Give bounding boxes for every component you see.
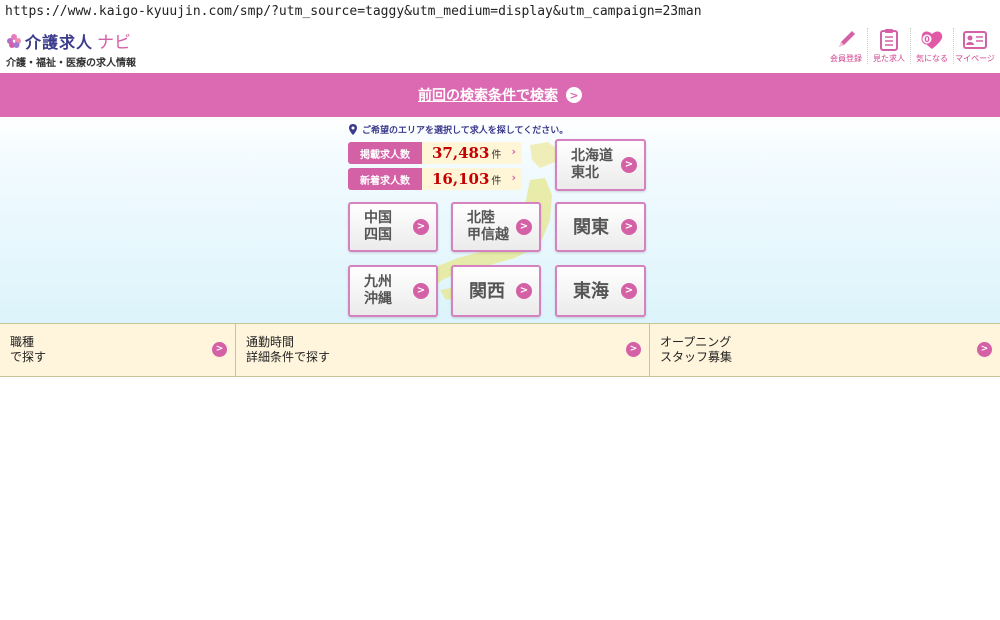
count-number: 37,483	[432, 144, 490, 162]
chevron-right-icon: >	[212, 342, 227, 357]
count-number: 16,103	[432, 170, 490, 188]
chevron-right-icon: >	[516, 283, 532, 299]
count-value-box: 16,103 件 ›	[422, 168, 522, 190]
region-label: 東海	[573, 280, 609, 302]
nav-label: 気になる	[916, 54, 948, 63]
nav-member-register[interactable]: 会員登録	[825, 28, 867, 64]
logo-subtitle: 介護・福祉・医療の求人情報	[6, 58, 136, 69]
region-hokuriku-koshinetsu-button[interactable]: 北陸 甲信越 >	[451, 202, 541, 252]
flower-icon	[7, 33, 21, 48]
filter-job-type-button[interactable]: 職種 で探す >	[0, 324, 236, 376]
heart-icon: 0	[921, 31, 943, 49]
favorites-count-badge: 0	[924, 35, 930, 44]
count-label: 新着求人数	[348, 168, 422, 190]
chevron-right-icon: >	[516, 219, 532, 235]
id-card-icon	[963, 31, 987, 49]
chevron-right-icon: >	[413, 283, 429, 299]
previous-search-button[interactable]: 前回の検索条件で検索 >	[0, 73, 1000, 117]
logo-navi-text: ナビ	[97, 33, 132, 53]
instruction-text: ご希望のエリアを選択して求人を探してください。	[362, 126, 569, 136]
chevron-right-icon: >	[621, 283, 637, 299]
region-kyushu-okinawa-button[interactable]: 九州 沖縄 >	[348, 265, 438, 317]
filter-commute-details-button[interactable]: 通勤時間 詳細条件で探す >	[236, 324, 650, 376]
filter-label-line2: 詳細条件で探す	[246, 350, 331, 364]
clipboard-icon	[880, 29, 898, 51]
region-label: 関西	[469, 280, 505, 302]
nav-my-page[interactable]: マイページ	[953, 28, 996, 64]
nav-label: マイページ	[955, 54, 995, 63]
count-unit: 件	[491, 149, 502, 161]
chevron-right-icon: >	[621, 157, 637, 173]
region-hokkaido-tohoku-button[interactable]: 北海道 東北 >	[555, 139, 646, 191]
chevron-right-icon: >	[977, 342, 992, 357]
region-kanto-button[interactable]: 関東 >	[555, 202, 646, 252]
region-label: 沖縄	[364, 291, 392, 307]
nav-label: 見た求人	[873, 54, 905, 63]
filter-label-line2: で探す	[10, 350, 47, 364]
filter-label-line1: 職種	[10, 335, 35, 349]
area-instruction: ご希望のエリアを選択して求人を探してください。	[348, 123, 568, 136]
search-filter-bar: 職種 で探す > 通勤時間 詳細条件で探す > オープニング スタッフ募集 >	[0, 324, 1000, 377]
nav-favorites[interactable]: 0 気になる	[910, 28, 953, 64]
previous-search-label: 前回の検索条件で検索	[418, 88, 558, 104]
region-label: 関東	[573, 216, 609, 238]
count-unit: 件	[491, 175, 502, 187]
nav-label: 会員登録	[830, 54, 862, 63]
logo-main-text: 介護求人	[25, 32, 94, 52]
chevron-right-icon: >	[626, 342, 641, 357]
region-label: 中国	[364, 210, 392, 226]
region-label: 東北	[571, 165, 599, 181]
region-label: 北海道	[571, 148, 613, 164]
region-chugoku-shikoku-button[interactable]: 中国 四国 >	[348, 202, 438, 252]
chevron-right-icon: ›	[511, 145, 516, 158]
filter-opening-staff-button[interactable]: オープニング スタッフ募集 >	[650, 324, 1000, 376]
region-label: 四国	[364, 227, 392, 243]
region-label: 北陸	[467, 210, 495, 226]
region-label: 九州	[364, 274, 392, 290]
site-logo[interactable]: 介護求人 ナビ 介護・福祉・医療の求人情報	[6, 28, 136, 70]
chevron-right-icon: >	[621, 219, 637, 235]
pencil-icon	[839, 31, 855, 47]
nav-viewed-jobs[interactable]: 見た求人	[867, 28, 910, 64]
url-bar[interactable]: https://www.kaigo-kyuujin.com/smp/?utm_s…	[0, 0, 1000, 24]
region-label: 甲信越	[467, 227, 509, 243]
filter-label-line2: スタッフ募集	[660, 350, 733, 364]
count-label: 掲載求人数	[348, 142, 422, 164]
chevron-right-icon: >	[413, 219, 429, 235]
chevron-right-icon: ›	[511, 171, 516, 184]
filter-label-line1: オープニング	[660, 335, 732, 349]
new-jobs-count[interactable]: 新着求人数 16,103 件 ›	[348, 168, 522, 190]
site-header: 介護求人 ナビ 介護・福祉・医療の求人情報 会員登録 見た求人 0 気になる マ…	[0, 24, 1000, 72]
count-value-box: 37,483 件 ›	[422, 142, 522, 164]
arrow-right-icon: >	[566, 87, 582, 103]
region-kansai-button[interactable]: 関西 >	[451, 265, 541, 317]
header-nav: 会員登録 見た求人 0 気になる マイページ	[825, 28, 996, 64]
filter-label-line1: 通勤時間	[246, 335, 295, 349]
posted-jobs-count[interactable]: 掲載求人数 37,483 件 ›	[348, 142, 522, 164]
map-pin-icon	[349, 123, 357, 135]
region-tokai-button[interactable]: 東海 >	[555, 265, 646, 317]
